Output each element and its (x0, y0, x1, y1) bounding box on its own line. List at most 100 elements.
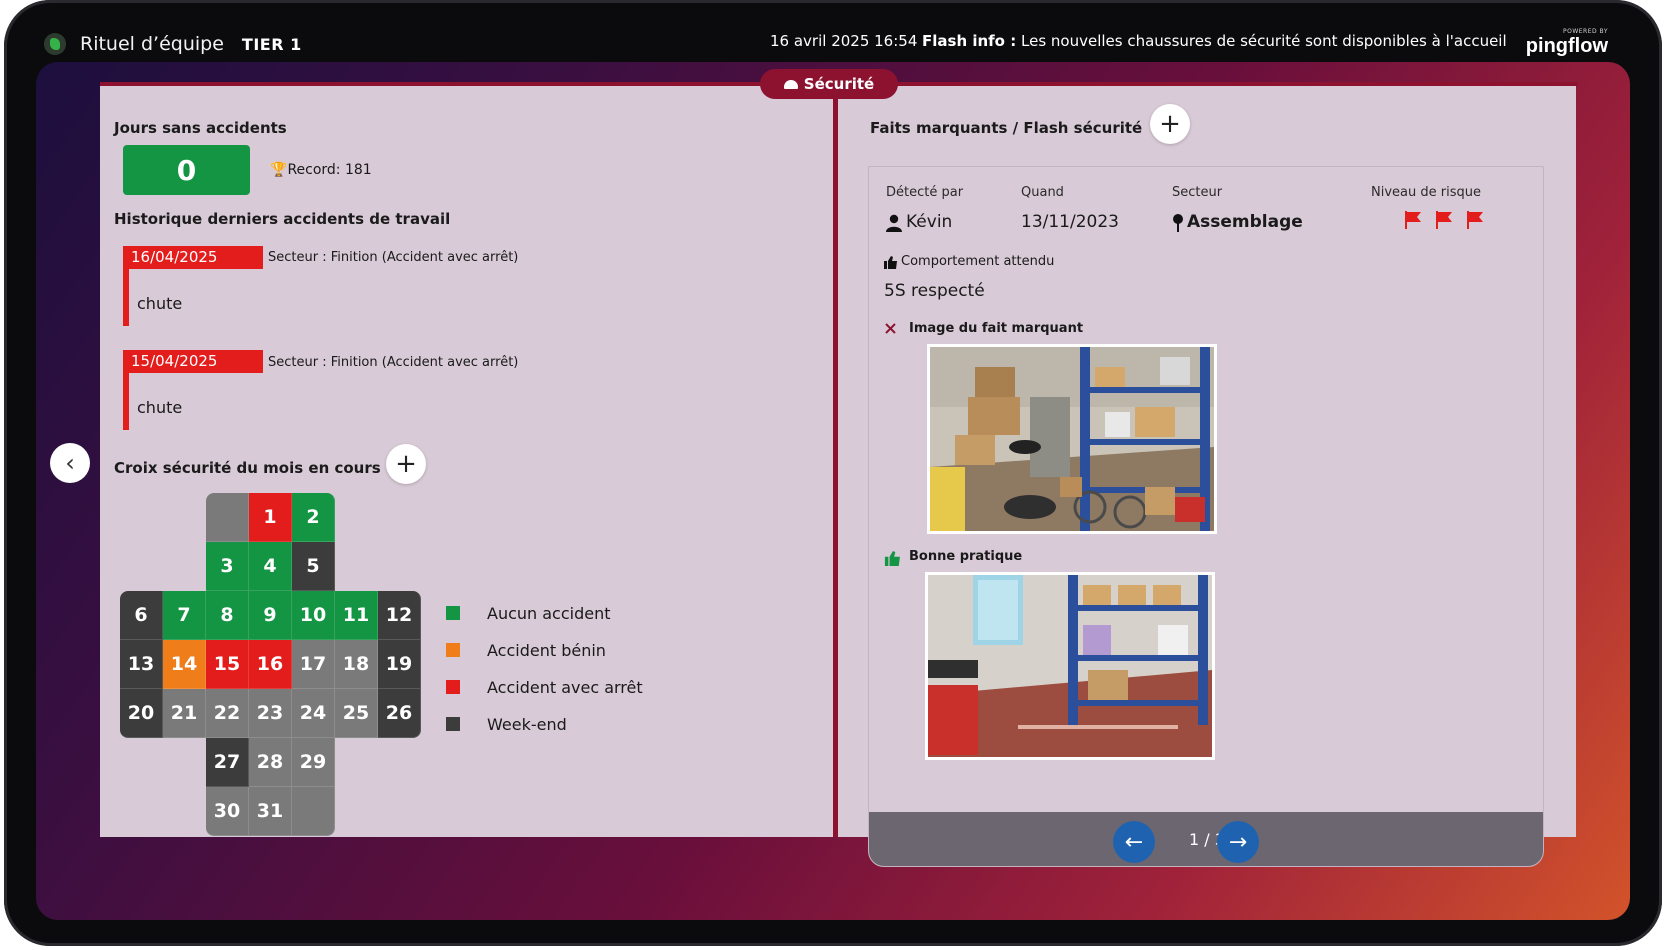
cross-day[interactable]: 22 (206, 689, 249, 738)
highlight-card: Détecté par Quand Secteur Niveau de risq… (868, 166, 1544, 867)
risk-flag-icon (1467, 211, 1483, 229)
cross-day[interactable]: 4 (249, 542, 292, 591)
pager-status: 1 / 3 (1189, 830, 1225, 849)
cross-day[interactable]: 2 (292, 493, 335, 542)
helmet-icon (783, 79, 798, 89)
accident-date: 16/04/2025 (123, 246, 263, 269)
cross-day[interactable]: 16 (249, 640, 292, 689)
tier-label: TIER 1 (241, 34, 302, 54)
cross-day[interactable]: 30 (206, 787, 249, 836)
plus-icon: + (1159, 109, 1181, 139)
legend-label: Week-end (487, 715, 567, 734)
close-icon (885, 323, 896, 334)
cross-day[interactable]: 26 (378, 689, 421, 738)
tab-label: Sécurité (803, 75, 875, 93)
detected-by-value: Kévin (906, 212, 953, 232)
cross-day[interactable]: 18 (335, 640, 378, 689)
accident-desc: chute (137, 398, 183, 417)
legend-swatch-green (446, 606, 460, 620)
cluttered-warehouse-illustration (930, 347, 1214, 531)
behavior-label: Comportement attendu (901, 254, 1055, 269)
cross-cell-empty (292, 787, 335, 836)
cross-day[interactable]: 14 (163, 640, 206, 689)
thumbs-up-icon (884, 256, 897, 269)
sector-value: Assemblage (1187, 212, 1303, 232)
behavior-value: 5S respecté (884, 281, 985, 301)
brand-name: pingflow (1525, 35, 1608, 57)
cross-day[interactable]: 12 (378, 591, 421, 640)
cross-day[interactable]: 31 (249, 787, 292, 836)
organized-warehouse-illustration (928, 575, 1212, 757)
legend-label: Aucun accident (487, 604, 611, 623)
add-highlight-button[interactable]: + (1150, 104, 1190, 144)
risk-label: Niveau de risque (1371, 185, 1481, 200)
pager: ← 1 / 3 → (869, 812, 1543, 866)
app-logo-icon (44, 33, 66, 55)
app-title: Rituel d’équipe (80, 33, 224, 55)
plus-icon: + (395, 449, 417, 479)
days-title: Jours sans accidents (114, 119, 287, 137)
history-title: Historique derniers accidents de travail (114, 210, 451, 228)
record-text: Record: 181 (287, 162, 372, 178)
cross-day[interactable]: 13 (120, 640, 163, 689)
record: 🏆Record: 181 (270, 162, 372, 178)
cross-day[interactable]: 27 (206, 738, 249, 787)
cross-day[interactable]: 29 (292, 738, 335, 787)
good-practice-image[interactable] (925, 572, 1215, 760)
cross-day[interactable]: 11 (335, 591, 378, 640)
arrow-right-icon: → (1228, 829, 1248, 855)
cross-day[interactable]: 15 (206, 640, 249, 689)
previous-section-button[interactable]: ‹ (50, 443, 90, 483)
cross-day[interactable]: 25 (335, 689, 378, 738)
accident-desc: chute (137, 294, 183, 313)
brand-logo: POWERED BY pingflow (1526, 28, 1608, 58)
cross-day[interactable]: 21 (163, 689, 206, 738)
detected-by-label: Détecté par (886, 185, 964, 200)
sector-label: Secteur (1172, 185, 1223, 200)
highlights-title: Faits marquants / Flash sécurité (870, 119, 1143, 137)
flash-text: Les nouvelles chaussures de sécurité son… (1021, 32, 1507, 50)
legend-swatch-dark (446, 717, 460, 731)
legend-label: Accident bénin (487, 641, 606, 660)
cross-day[interactable]: 3 (206, 542, 249, 591)
pager-next-button[interactable]: → (1217, 821, 1259, 863)
add-cross-entry-button[interactable]: + (386, 444, 426, 484)
good-practice-label: Bonne pratique (909, 549, 1023, 564)
datetime: 16 avril 2025 16:54 (770, 32, 918, 50)
top-bar: Rituel d’équipe TIER 1 16 avril 2025 16:… (36, 24, 1626, 64)
bad-practice-image[interactable] (927, 344, 1217, 534)
cross-day[interactable]: 20 (120, 689, 163, 738)
risk-flag-icon (1436, 211, 1452, 229)
legend-swatch-orange (446, 643, 460, 657)
cross-day[interactable]: 7 (163, 591, 206, 640)
accident-sector: Secteur : Finition (Accident avec arrêt) (268, 355, 519, 370)
cross-day[interactable]: 6 (120, 591, 163, 640)
when-value: 13/11/2023 (1021, 212, 1119, 232)
bad-image-label: Image du fait marquant (909, 321, 1084, 336)
cross-day[interactable]: 5 (292, 542, 335, 591)
legend-swatch-red (446, 680, 460, 694)
tab-securite[interactable]: Sécurité (760, 69, 898, 99)
legend-label: Accident avec arrêt (487, 678, 643, 697)
accident-date: 15/04/2025 (123, 350, 263, 373)
accident-bar (123, 246, 129, 326)
when-label: Quand (1021, 185, 1064, 200)
cross-day[interactable]: 28 (249, 738, 292, 787)
flash-label: Flash info : (922, 32, 1017, 50)
flash-info: Flash info : Les nouvelles chaussures de… (922, 32, 1507, 50)
thumbs-up-icon (884, 551, 900, 566)
accident-bar (123, 350, 129, 430)
cross-day[interactable]: 9 (249, 591, 292, 640)
cross-day[interactable]: 8 (206, 591, 249, 640)
user-icon (886, 214, 902, 232)
cross-day[interactable]: 19 (378, 640, 421, 689)
cross-day[interactable]: 24 (292, 689, 335, 738)
trophy-icon: 🏆 (270, 162, 288, 178)
cross-title: Croix sécurité du mois en cours (114, 459, 381, 477)
cross-day[interactable]: 10 (292, 591, 335, 640)
days-counter: 0 (123, 145, 250, 195)
cross-day[interactable]: 23 (249, 689, 292, 738)
cross-day[interactable]: 17 (292, 640, 335, 689)
cross-cell-empty (206, 493, 249, 542)
cross-day[interactable]: 1 (249, 493, 292, 542)
